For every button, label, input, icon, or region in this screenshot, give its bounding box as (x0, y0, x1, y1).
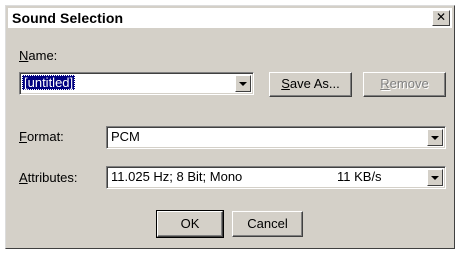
format-dropdown-button[interactable] (427, 129, 443, 146)
close-button[interactable]: ✕ (432, 10, 450, 26)
format-label: Format: (19, 129, 64, 144)
remove-button[interactable]: Remove (363, 72, 446, 97)
format-value: PCM (111, 129, 140, 144)
name-dropdown-button[interactable] (235, 75, 251, 92)
name-label: Name: (19, 48, 58, 63)
name-value: [untitled] (22, 75, 76, 90)
ok-button[interactable]: OK (156, 210, 224, 238)
format-select[interactable]: PCM (106, 126, 446, 149)
title-bar[interactable]: Sound Selection ✕ (8, 8, 452, 28)
attributes-rate: 11 KB/s (337, 169, 382, 184)
chevron-down-icon (431, 135, 439, 140)
chevron-down-icon (239, 81, 247, 86)
close-icon: ✕ (435, 10, 447, 24)
cancel-button[interactable]: Cancel (232, 211, 303, 237)
name-combobox[interactable]: [untitled] (19, 72, 254, 95)
attributes-dropdown-button[interactable] (427, 169, 443, 186)
save-as-button[interactable]: Save As... (269, 72, 352, 97)
sound-selection-dialog: Sound Selection ✕ Name: [untitled] Save … (5, 5, 455, 249)
chevron-down-icon (431, 175, 439, 180)
attributes-select[interactable]: 11.025 Hz; 8 Bit; Mono 11 KB/s (106, 166, 446, 189)
dialog-title: Sound Selection (12, 10, 124, 26)
attributes-value: 11.025 Hz; 8 Bit; Mono (111, 169, 243, 184)
attributes-label: Attributes: (19, 170, 78, 185)
